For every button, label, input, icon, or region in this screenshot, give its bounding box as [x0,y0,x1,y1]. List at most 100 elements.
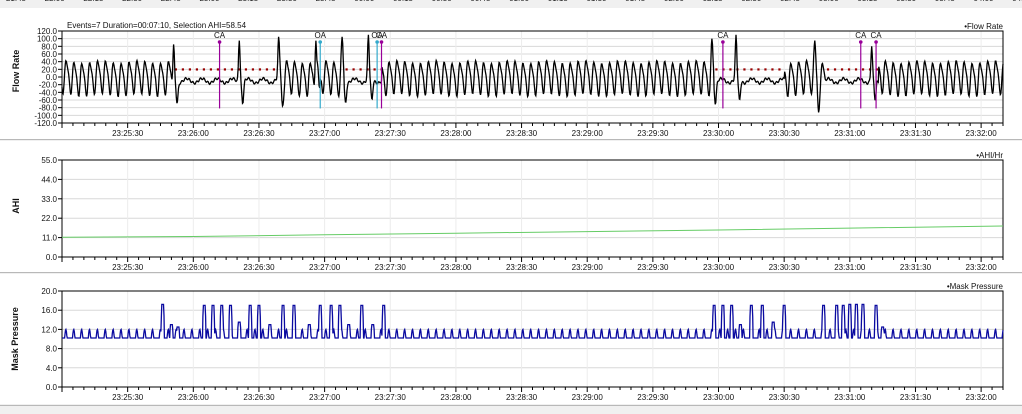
x-tick-label: 23:31:00 [834,263,866,272]
plot-frame [61,159,1004,258]
event-marker [375,40,379,44]
x-tick-label: 23:29:00 [572,129,604,138]
flow-rate-panel[interactable]: Flow Rate Events=7 Duration=00:07:10, Se… [0,8,1022,139]
x-tick-label: 23:27:30 [375,263,407,272]
x-tick-label: 23:28:00 [440,393,472,402]
apnea-marker [244,68,248,71]
y-tick-label: 0.0 [46,253,58,262]
x-tick-label: 23:32:00 [966,393,998,402]
apnea-marker [826,68,830,71]
x-tick-label: 23:30:00 [703,129,735,138]
y-tick-label: 22.0 [41,214,57,223]
timeline-tick-label: 23:30 [277,0,297,3]
x-tick-label: 23:26:00 [178,129,210,138]
apnea-marker [223,68,227,71]
y-tick-label: 16.0 [41,306,57,315]
apnea-marker [359,68,362,71]
x-tick-label: 23:28:30 [506,263,538,272]
apnea-marker [209,68,213,71]
x-tick-label: 23:27:00 [309,393,341,402]
x-tick-label: 23:28:30 [506,393,538,402]
timeline-tick-label: 02:30 [741,0,761,3]
apnea-marker [757,68,760,71]
timeline-tick-label: 21:45 [6,0,26,3]
apnea-marker [764,68,767,71]
apnea-marker [272,68,276,71]
x-tick-label: 23:29:30 [637,393,669,402]
event-label-oa: OA [314,31,326,40]
y-tick-label: -120.0 [34,119,57,128]
x-tick-label: 23:30:30 [769,393,801,402]
panel-divider [0,405,1022,406]
event-marker [874,40,878,44]
event-label-ca: CA [214,31,226,40]
timeline-tick-label: 22:15 [83,0,103,3]
apnea-marker [345,68,348,71]
x-tick-label: 23:26:30 [243,393,275,402]
x-tick-label: 23:26:00 [178,393,210,402]
timeline-tick-label: 03:45 [935,0,955,3]
timeline-tick-label: 03:30 [896,0,916,3]
x-tick-label: 23:28:30 [506,129,538,138]
apnea-marker [373,68,376,71]
x-tick-label: 23:25:30 [112,263,144,272]
event-marker [858,40,863,44]
apnea-marker [715,68,718,71]
timeline-tick-label: 22:45 [161,0,181,3]
x-tick-label: 23:26:30 [243,263,275,272]
apnea-marker [743,68,746,71]
timeline-tick-label: 02:15 [703,0,723,3]
apnea-marker [202,68,206,71]
mask-pressure-panel[interactable]: Mask Pressure 20.0 16.0 12.0 8.0 4.0 0.0 23:25… [0,274,1022,404]
event-marker [217,40,222,44]
mask-pressure-series [62,303,1004,339]
apnea-marker [861,68,865,71]
timeline-tick-label: 22:00 [45,0,65,3]
x-tick-label: 23:29:30 [637,129,669,138]
overview-timeline[interactable]: 21:45 22:00 22:15 22:30 22:45 23:00 23:15 23:30… [0,0,1022,7]
mask-pressure-chart[interactable]: 20.0 16.0 12.0 8.0 4.0 0.0 23:25:30 23:26:00 23:… [0,274,1022,404]
x-tick-label: 23:29:30 [637,263,669,272]
event-label-ca: CA [717,31,729,40]
timeline-tick-label: 00:00 [354,0,374,3]
ahi-panel[interactable]: AHI 55.0 44.0 33.0 22.0 11.0 0.0 23:25:30 23:26… [0,141,1022,272]
x-tick-label: 23:31:30 [900,263,932,272]
y-tick-label: 55.0 [41,156,57,165]
apnea-marker [230,68,234,71]
apnea-marker [188,68,192,71]
event-label-ca: CA [855,31,867,40]
apnea-marker [840,68,844,71]
timeline-tick-label: 00:30 [432,0,452,3]
x-tick-label: 23:31:30 [900,129,932,138]
x-tick-label: 23:30:00 [703,263,735,272]
timeline-tick-label: 04:00 [973,0,993,3]
apnea-marker [251,68,255,71]
timeline-tick-label: 22:30 [122,0,142,3]
timeline-tick-label: 03:15 [857,0,877,3]
apnea-marker [833,68,837,71]
x-tick-label: 23:28:00 [440,129,472,138]
ahi-chart[interactable]: 55.0 44.0 33.0 22.0 11.0 0.0 23:25:30 23:26:00 2… [0,141,1022,272]
x-tick-label: 23:31:30 [900,393,932,402]
apnea-marker [216,68,220,71]
x-tick-label: 23:26:00 [178,263,210,272]
flow-rate-chart[interactable]: Events=7 Duration=00:07:10, Selection AH… [0,8,1022,139]
timeline-tick-label: 23:15 [238,0,258,3]
series-title: •AHI/Hr [976,151,1003,160]
timeline-tick-label: 01:45 [625,0,645,3]
y-tick-label: 12.0 [41,325,57,334]
x-tick-label: 23:29:00 [572,393,604,402]
x-tick-label: 23:32:00 [966,129,998,138]
series-title: •Flow Rate [964,22,1003,31]
apnea-marker [258,68,262,71]
x-tick-label: 23:30:00 [703,393,735,402]
apnea-marker [352,68,355,71]
series-title: •Mask Pressure [947,282,1004,291]
y-tick-label: 8.0 [46,345,58,354]
event-marker [721,40,725,44]
event-marker [379,40,384,44]
timeline-tick-label: 04:15 [1012,0,1022,3]
apnea-marker [265,68,269,71]
timeline-tick-label: 00:45 [470,0,490,3]
x-tick-label: 23:27:30 [375,129,407,138]
